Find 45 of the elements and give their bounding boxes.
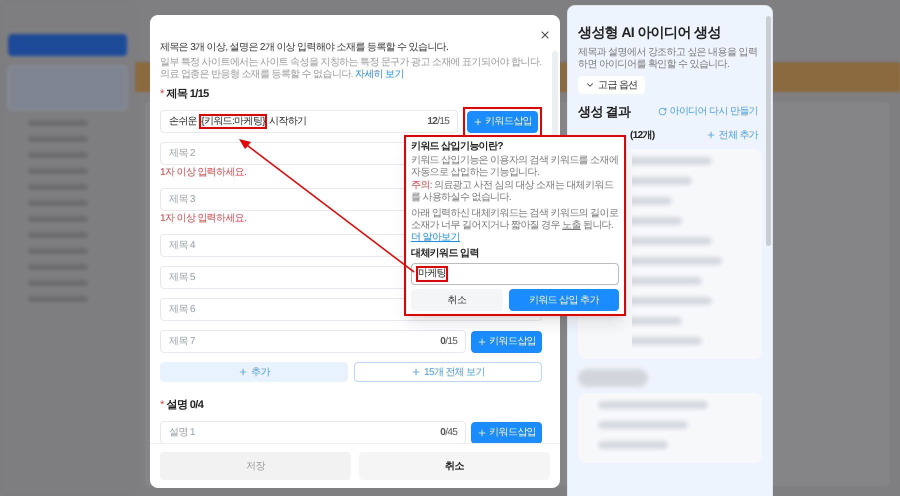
panel-description: 제목과 설명에서 강조하고 싶은 내용을 입력하면 아이디어를 확인할 수 있습니다. <box>578 47 758 71</box>
substitute-keyword-field[interactable]: 마케팅 <box>411 263 619 285</box>
cancel-button[interactable]: 취소 <box>359 452 550 480</box>
regenerate-link[interactable]: 아이디어 다시 만들기 <box>658 104 758 120</box>
character-count: 0/45 <box>440 426 458 438</box>
learn-more-link[interactable]: 더 알아보기 <box>411 232 460 244</box>
add-button[interactable]: 추가 <box>160 362 348 382</box>
section-heading: 제목 1/15 <box>166 87 209 101</box>
error-message: 1자 이상 입력하세요. <box>160 167 246 179</box>
popover-note: 아래 입력하신 대체키워드는 검색 키워드의 길이로 소재가 너무 길어지거나 짧아질 경우 노출 됩니다. <box>411 208 619 232</box>
required-mark: * <box>160 398 164 412</box>
plus-icon <box>477 336 488 346</box>
plus-icon <box>477 428 488 438</box>
input-label: 대체키워드 입력 <box>411 248 480 260</box>
cancel-button[interactable]: 취소 <box>411 289 503 311</box>
results-title: 생성 결과 <box>578 103 630 121</box>
required-mark: * <box>160 87 164 101</box>
error-message: 1자 이상 입력하세요. <box>160 213 246 225</box>
plus-icon <box>238 367 248 377</box>
notice-text: 제목은 3개 이상, 설명은 2개 이상 입력해야 소재를 등록할 수 있습니다. <box>160 41 450 54</box>
plus-icon <box>706 130 716 140</box>
keyword-insert-button[interactable]: 키워드삽입 <box>471 330 542 352</box>
character-count: 12/15 <box>427 116 450 128</box>
details-link[interactable]: 자세히 보기 <box>354 69 404 80</box>
keyword-insert-button[interactable]: 키워드삽입 <box>471 422 542 443</box>
popover-title: 키워드 삽입기능이란? <box>411 140 504 153</box>
view-all-button[interactable]: 15개 전체 보기 <box>354 362 542 382</box>
advanced-options-button[interactable]: 고급 옵션 <box>578 76 645 94</box>
refresh-icon <box>658 107 668 116</box>
character-count: 0/15 <box>440 336 458 348</box>
input-field[interactable]: 설명 1 0/45 <box>160 421 466 443</box>
ideas-count: (12개) <box>630 128 655 142</box>
panel-title: 생성형 AI 아이디어 생성 <box>578 23 722 42</box>
add-all-link[interactable]: 전체 추가 <box>706 128 758 142</box>
input-field[interactable]: 제목 7 0/15 <box>160 330 466 353</box>
plus-icon <box>473 116 484 126</box>
blurred-section-header <box>578 368 648 386</box>
input-field[interactable]: 손쉬운 {키워드:마케팅} 시작하기 12/15 <box>160 110 458 133</box>
keyword-insert-button[interactable]: 키워드삽입 <box>467 110 538 132</box>
plus-icon <box>411 367 422 377</box>
close-icon[interactable] <box>539 29 551 41</box>
section-heading: 설명 0/4 <box>166 398 204 412</box>
info-text: 일부 특정 사이트에서는 사이트 속성을 지칭하는 특정 문구가 광고 소재에 표기되어야 합니다. 의료 업종은 반응형 소재를 등록할 수 없습니다. 자세히 보기 <box>160 57 542 81</box>
insert-keyword-button[interactable]: 키워드 삽입 추가 <box>508 289 619 311</box>
scrollbar-thumb[interactable] <box>766 16 771 246</box>
